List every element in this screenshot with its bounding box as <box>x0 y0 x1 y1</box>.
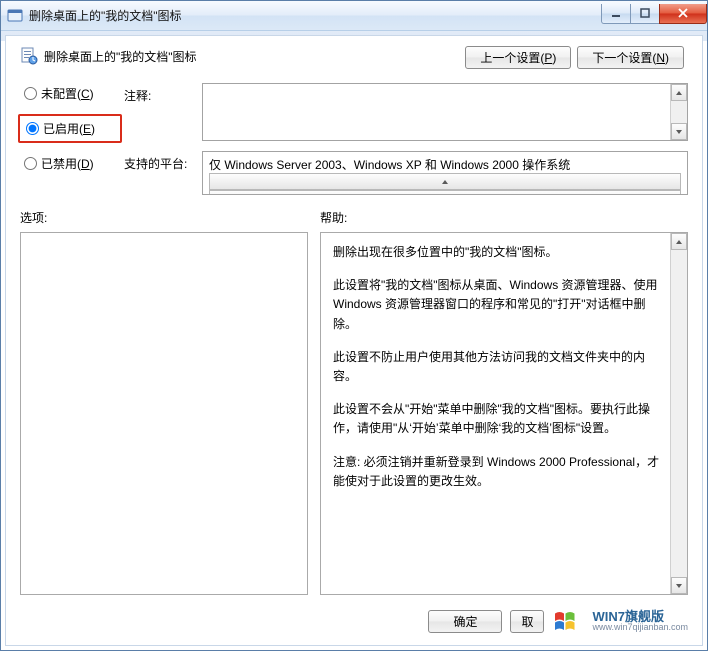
header-row: 删除桌面上的"我的文档"图标 上一个设置(P) 下一个设置(N) <box>20 46 688 69</box>
radio-disabled-label: 已禁用(D) <box>41 155 94 172</box>
platform-label: 支持的平台: <box>124 151 198 172</box>
state-radio-group: 未配置(C) 已启用(E) 已禁用(D) <box>20 83 120 174</box>
prev-suffix: ) <box>552 51 556 65</box>
help-para: 此设置将"我的文档"图标从桌面、Windows 资源管理器、使用 Windows… <box>333 276 665 334</box>
policy-icon <box>20 47 38 65</box>
scroll-up-icon[interactable] <box>671 84 687 101</box>
radio-not-configured-label: 未配置(C) <box>41 85 94 102</box>
scroll-down-icon[interactable] <box>671 123 687 140</box>
policy-editor-window: 删除桌面上的"我的文档"图标 <box>0 0 708 651</box>
comment-scrollbar[interactable] <box>670 84 687 140</box>
help-scrollbar[interactable] <box>670 233 687 594</box>
lower-grid: 删除出现在很多位置中的"我的文档"图标。 此设置将"我的文档"图标从桌面、Win… <box>20 232 688 595</box>
scroll-down-icon[interactable] <box>671 577 687 594</box>
next-setting-button[interactable]: 下一个设置(N) <box>577 46 684 69</box>
next-suffix: ) <box>665 51 669 65</box>
brand-subtext: www.win7qijianban.com <box>592 623 688 632</box>
next-prefix: 下一个设置( <box>592 51 656 65</box>
comment-textarea[interactable] <box>202 83 688 141</box>
options-panel <box>20 232 308 595</box>
scroll-down-icon[interactable] <box>209 190 681 195</box>
options-label: 选项: <box>20 209 320 226</box>
scroll-up-icon[interactable] <box>209 173 681 190</box>
help-para: 删除出现在很多位置中的"我的文档"图标。 <box>333 243 665 262</box>
ok-button[interactable]: 确定 <box>428 610 502 633</box>
help-label: 帮助: <box>320 209 688 226</box>
radio-not-configured[interactable]: 未配置(C) <box>20 83 120 104</box>
upper-grid: 未配置(C) 已启用(E) 已禁用(D) 注释: <box>20 83 688 195</box>
help-para: 注意: 必须注销并重新登录到 Windows 2000 Professional… <box>333 453 665 491</box>
section-labels: 选项: 帮助: <box>20 209 688 226</box>
platform-scrollbar[interactable] <box>209 173 681 195</box>
scroll-up-icon[interactable] <box>671 233 687 250</box>
close-button[interactable] <box>659 4 707 24</box>
previous-setting-button[interactable]: 上一个设置(P) <box>465 46 571 69</box>
window-title: 删除桌面上的"我的文档"图标 <box>29 7 602 24</box>
radio-disabled[interactable]: 已禁用(D) <box>20 153 120 174</box>
windows-flag-icon <box>552 607 588 635</box>
brand-watermark: WIN7旗舰版 www.win7qijianban.com <box>552 607 688 635</box>
policy-heading: 删除桌面上的"我的文档"图标 <box>44 46 465 65</box>
help-panel: 删除出现在很多位置中的"我的文档"图标。 此设置将"我的文档"图标从桌面、Win… <box>320 232 688 595</box>
platform-box: 仅 Windows Server 2003、Windows XP 和 Windo… <box>202 151 688 195</box>
minimize-button[interactable] <box>601 4 631 24</box>
next-key: N <box>656 51 665 65</box>
maximize-button[interactable] <box>630 4 660 24</box>
radio-enabled-input[interactable] <box>26 122 39 135</box>
radio-enabled-label: 已启用(E) <box>43 120 95 137</box>
comment-label: 注释: <box>124 83 198 104</box>
titlebar: 删除桌面上的"我的文档"图标 <box>1 1 707 31</box>
radio-enabled[interactable]: 已启用(E) <box>18 114 122 143</box>
footer: 确定 取 WIN7旗舰版 www.win7qijianban.com <box>428 607 688 635</box>
client-area: 删除桌面上的"我的文档"图标 上一个设置(P) 下一个设置(N) 未配置(C) <box>5 35 703 646</box>
nav-buttons: 上一个设置(P) 下一个设置(N) <box>465 46 684 69</box>
platform-text: 仅 Windows Server 2003、Windows XP 和 Windo… <box>209 158 570 172</box>
help-para: 此设置不会从"开始"菜单中删除"我的文档"图标。要执行此操作，请使用"从‘开始’… <box>333 400 665 438</box>
app-icon <box>7 8 23 24</box>
window-controls <box>602 4 707 24</box>
radio-disabled-input[interactable] <box>24 157 37 170</box>
prev-prefix: 上一个设置( <box>480 51 544 65</box>
help-para: 此设置不防止用户使用其他方法访问我的文档文件夹中的内容。 <box>333 348 665 386</box>
cancel-button[interactable]: 取 <box>510 610 544 633</box>
radio-not-configured-input[interactable] <box>24 87 37 100</box>
